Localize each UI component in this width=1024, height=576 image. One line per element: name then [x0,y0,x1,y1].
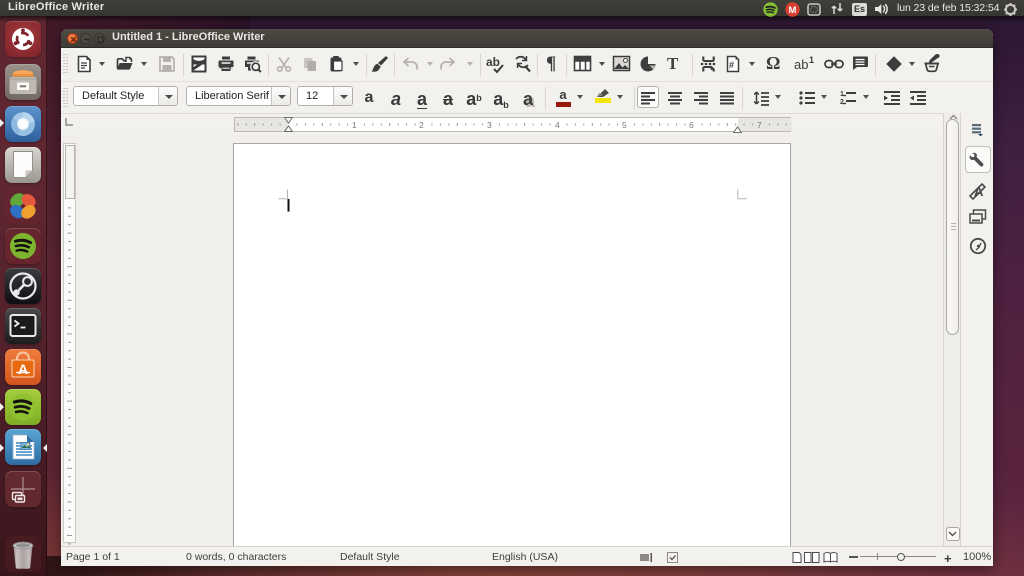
svg-text:1: 1 [840,91,844,98]
svg-text:ab: ab [486,55,500,69]
svg-text:#: # [729,60,734,70]
svg-text:1: 1 [809,55,814,65]
svg-text:A: A [18,361,28,377]
svg-text:A: A [974,184,984,199]
svg-text:ab: ab [794,57,808,72]
svg-text:M: M [789,5,797,16]
